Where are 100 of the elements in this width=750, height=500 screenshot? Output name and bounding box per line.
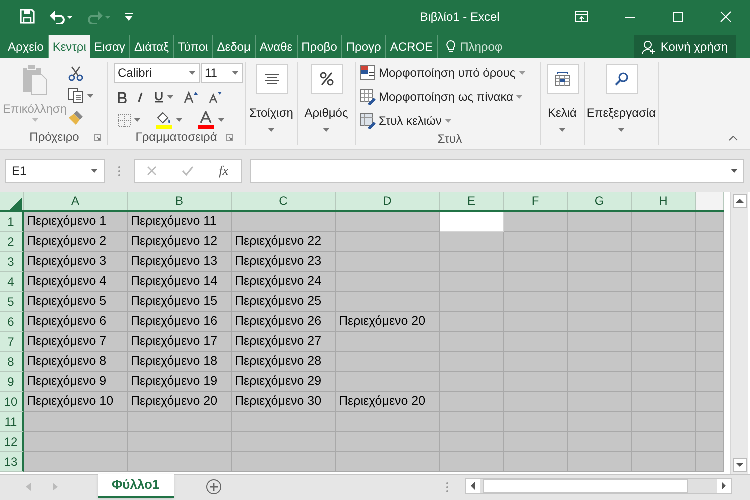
close-icon[interactable] xyxy=(719,10,733,22)
table-cell: Περιεχόμενο 19 xyxy=(128,372,232,392)
table-cell: Περιεχόμενο 11 xyxy=(128,212,232,232)
fill-color-icon[interactable] xyxy=(155,111,173,129)
caret-icon xyxy=(232,71,239,75)
number-format-button[interactable]: Αριθμός xyxy=(298,62,355,132)
cells-icon xyxy=(554,72,570,86)
cells-button[interactable]: Κελιά xyxy=(541,62,584,132)
scroll-up-icon[interactable] xyxy=(732,194,746,208)
horizontal-scrollbar[interactable] xyxy=(465,478,732,494)
scroll-down-icon[interactable] xyxy=(732,458,746,472)
caret-icon xyxy=(176,118,183,122)
row-header[interactable]: 7 xyxy=(0,332,24,352)
row-header[interactable]: 1 xyxy=(0,212,24,232)
caret-icon xyxy=(516,95,524,99)
table-cell: Περιεχόμενο 2 xyxy=(24,232,128,252)
underline-icon[interactable] xyxy=(154,91,164,103)
row-header[interactable]: 8 xyxy=(0,352,24,372)
add-sheet-icon[interactable] xyxy=(206,479,222,495)
save-icon[interactable] xyxy=(20,9,35,24)
person-plus-icon xyxy=(642,40,657,54)
drag-handle-icon[interactable] xyxy=(446,482,449,493)
table-cell: Περιεχόμενο 6 xyxy=(24,312,128,332)
table-cell: Περιεχόμενο 30 xyxy=(232,392,336,412)
table-cell: Περιεχόμενο 22 xyxy=(232,232,336,252)
group-label: Πρόχειρο xyxy=(30,129,80,146)
table-cell: Περιεχόμενο 1 xyxy=(24,212,128,232)
search-icon xyxy=(614,72,628,86)
caret-icon xyxy=(87,94,94,98)
row-header[interactable]: 13 xyxy=(0,452,24,472)
table-cell: Περιεχόμενο 15 xyxy=(128,292,232,312)
alignment-button[interactable]: Στοίχιση xyxy=(246,62,297,132)
group-label: Στυλ xyxy=(438,131,462,148)
scissors-icon[interactable] xyxy=(68,66,84,82)
table-cell: Περιεχόμενο 16 xyxy=(128,312,232,332)
ribbon-tab[interactable]: Κεντρι xyxy=(48,35,90,58)
window-title: Βιβλίο1 - Excel xyxy=(420,8,500,26)
table-cell: Περιεχόμενο 3 xyxy=(24,252,128,272)
table-cell: Περιεχόμενο 17 xyxy=(128,332,232,352)
bold-icon[interactable] xyxy=(118,92,127,102)
formula-input[interactable] xyxy=(250,159,744,183)
decrease-font-icon[interactable] xyxy=(208,90,222,104)
styles-menu-button[interactable]: Μορφοποίηση ως πίνακα xyxy=(360,87,526,107)
styles-menu-button[interactable]: Στυλ κελιών xyxy=(360,111,526,131)
row-header[interactable]: 4 xyxy=(0,272,24,292)
font-size-field[interactable]: 11 xyxy=(201,63,243,83)
conditional-format-icon xyxy=(360,65,376,81)
font-name-field[interactable]: Calibri xyxy=(114,63,200,83)
maximize-icon[interactable] xyxy=(671,10,685,22)
caret-icon xyxy=(731,169,738,173)
ribbon-display-icon[interactable] xyxy=(575,10,589,22)
table-cell: Περιεχόμενο 9 xyxy=(24,372,128,392)
scroll-right-icon[interactable] xyxy=(717,479,731,493)
tell-me-text[interactable]: Πληροφ xyxy=(460,38,503,56)
cell-styles-icon xyxy=(360,113,376,129)
find-button[interactable]: Επεξεργασία xyxy=(585,62,658,132)
insert-function-button[interactable]: fx xyxy=(219,161,229,181)
increase-font-icon[interactable] xyxy=(184,90,198,104)
row-header[interactable]: 2 xyxy=(0,232,24,252)
customize-icon[interactable] xyxy=(125,12,133,20)
caret-icon xyxy=(189,71,196,75)
name-box[interactable]: E1 xyxy=(5,159,105,183)
paintbrush-icon[interactable] xyxy=(68,110,84,126)
select-all-icon[interactable] xyxy=(10,198,22,210)
row-header[interactable]: 10 xyxy=(0,392,24,412)
caret-icon xyxy=(167,95,174,99)
share-button[interactable]: Κοινή χρήση xyxy=(634,35,736,58)
dialog-launcher-icon[interactable] xyxy=(226,134,233,141)
styles-menu-button[interactable]: Μορφοποίηση υπό όρους xyxy=(360,63,526,83)
scroll-left-icon[interactable] xyxy=(466,479,480,493)
italic-icon[interactable] xyxy=(137,92,144,102)
caret-icon xyxy=(134,118,141,122)
table-cell: Περιεχόμενο 23 xyxy=(232,252,336,272)
row-header[interactable]: 5 xyxy=(0,292,24,312)
undo-icon[interactable] xyxy=(49,10,73,24)
vertical-scrollbar[interactable] xyxy=(730,192,748,474)
percent-icon xyxy=(320,72,334,86)
caret-icon xyxy=(559,128,566,132)
row-header[interactable]: 12 xyxy=(0,432,24,452)
table-cell: Περιεχόμενο 4 xyxy=(24,272,128,292)
caret-icon xyxy=(268,128,275,132)
table-cell: Περιεχόμενο 24 xyxy=(232,272,336,292)
table-cell: Περιεχόμενο 18 xyxy=(128,352,232,372)
table-cell: Περιεχόμενο 27 xyxy=(232,332,336,352)
row-header[interactable]: 11 xyxy=(0,412,24,432)
sheet-tab[interactable]: Φύλλο1 xyxy=(98,474,174,498)
font-color-icon[interactable] xyxy=(197,111,215,129)
table-cell: Περιεχόμενο 5 xyxy=(24,292,128,312)
dialog-launcher-icon[interactable] xyxy=(94,134,101,141)
check-icon[interactable] xyxy=(182,166,194,176)
row-header[interactable]: 3 xyxy=(0,252,24,272)
table-cell: Περιεχόμενο 13 xyxy=(128,252,232,272)
borders-icon[interactable] xyxy=(118,114,131,126)
table-cell: Περιεχόμενο 20 xyxy=(336,392,440,412)
caret-icon xyxy=(32,118,38,122)
drag-handle-icon[interactable] xyxy=(118,166,121,176)
copy-icon[interactable] xyxy=(68,88,84,104)
row-header[interactable]: 6 xyxy=(0,312,24,332)
row-header[interactable]: 9 xyxy=(0,372,24,392)
collapse-ribbon-icon[interactable] xyxy=(729,136,738,141)
